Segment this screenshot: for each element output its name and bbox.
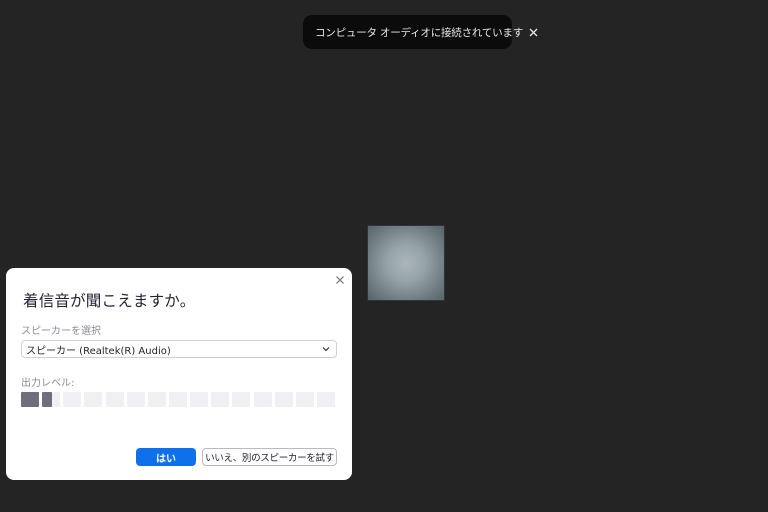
meter-segment <box>190 392 209 407</box>
close-icon[interactable] <box>529 25 538 39</box>
meter-segment <box>253 392 272 407</box>
speaker-select-value: スピーカー (Realtek(R) Audio) <box>26 345 171 357</box>
meter-segment-fill <box>21 392 39 407</box>
meter-segment <box>232 392 251 407</box>
meter-segment <box>63 392 82 407</box>
close-icon[interactable] <box>332 272 348 288</box>
speaker-select[interactable]: スピーカー (Realtek(R) Audio) <box>21 340 337 358</box>
meter-segment <box>42 392 61 407</box>
meter-segment <box>274 392 293 407</box>
speaker-test-dialog: 着信音が聞こえますか。 スピーカーを選択 スピーカー (Realtek(R) A… <box>6 268 352 480</box>
meter-segment <box>295 392 314 407</box>
meter-segment <box>105 392 124 407</box>
speaker-select-label: スピーカーを選択 <box>21 326 101 337</box>
meeting-stage: コンピュータ オーディオに接続されています 着信音が聞こえますか。 スピーカーを… <box>0 0 768 512</box>
meter-segment <box>84 392 103 407</box>
try-another-speaker-button[interactable]: いいえ、別のスピーカーを試す <box>202 448 337 466</box>
output-level-label: 出力レベル: <box>21 378 75 389</box>
meter-segment <box>168 392 187 407</box>
meter-segment <box>21 392 39 407</box>
meter-segment <box>316 392 335 407</box>
meter-segment-fill <box>42 392 53 407</box>
meter-segment <box>211 392 230 407</box>
meter-segment <box>126 392 145 407</box>
toast-message: コンピュータ オーディオに接続されています <box>315 26 524 39</box>
participant-avatar <box>368 226 444 300</box>
audio-connected-toast: コンピュータ オーディオに接続されています <box>303 15 538 49</box>
chevron-down-icon <box>322 345 330 353</box>
yes-button[interactable]: はい <box>136 448 196 466</box>
dialog-title: 着信音が聞こえますか。 <box>23 292 196 310</box>
meter-segment <box>147 392 166 407</box>
output-level-meter <box>21 392 337 407</box>
